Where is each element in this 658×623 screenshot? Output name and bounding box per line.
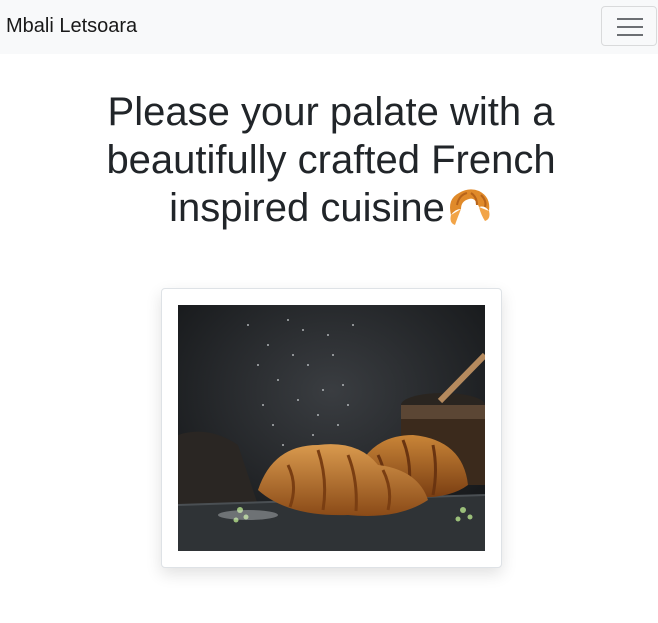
image-card [161, 288, 502, 568]
hero-title: Please your palate with a beautifully cr… [60, 88, 602, 232]
hamburger-menu-icon [617, 16, 643, 38]
croissant-icon [445, 185, 493, 229]
croissant-photo [178, 305, 485, 551]
navbar: Mbali Letsoara [0, 0, 658, 54]
navbar-brand[interactable]: Mbali Letsoara [6, 14, 137, 38]
navbar-toggle-button[interactable] [601, 6, 657, 46]
